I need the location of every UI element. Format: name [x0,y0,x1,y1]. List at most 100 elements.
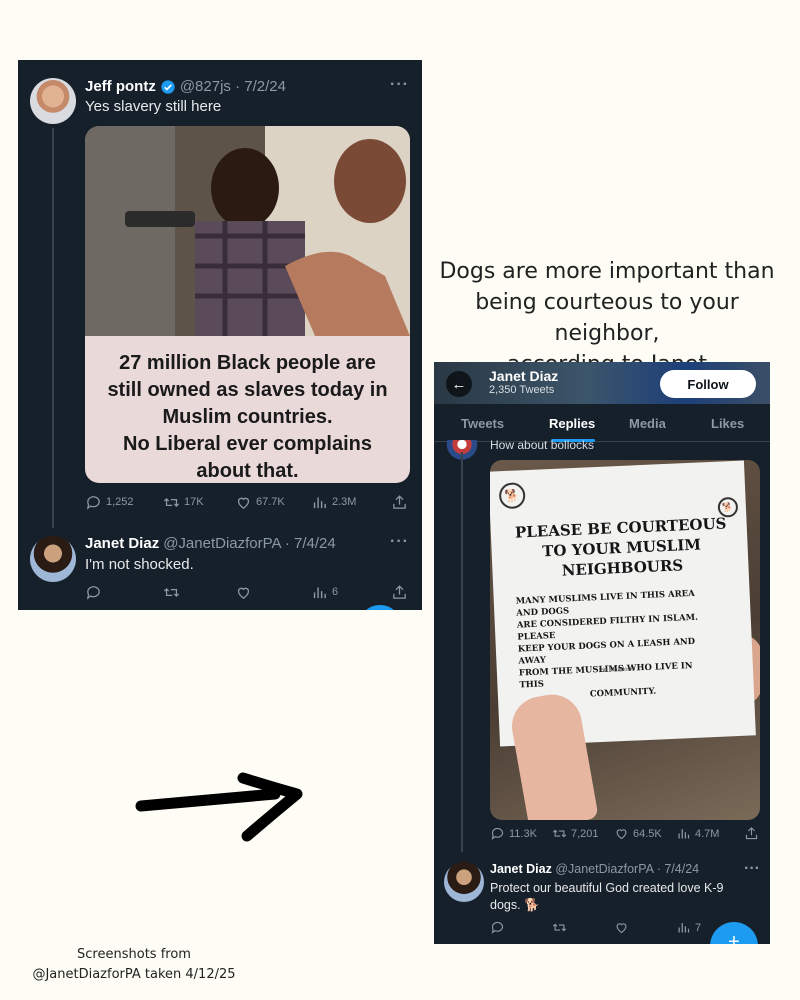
right-screenshot: ← Janet Diaz 2,350 Tweets Follow Tweets … [434,362,770,944]
reply-header: Janet Diaz @JanetDiazforPA · 7/4/24 [85,535,336,552]
janet-avatar[interactable] [444,862,484,902]
reply-button[interactable]: 1,252 [85,494,134,511]
reply-count: 11.3K [509,827,537,840]
retweet-button[interactable]: 7,201 [552,826,599,841]
arrow-icon [135,772,303,842]
views-count: 6 [332,586,339,598]
tweet-actions: 11.3K 7,201 64.5K 4.7M [490,826,760,846]
reply-handle-date: @JanetDiazforPA · 7/4/24 [555,862,700,876]
share-button[interactable] [391,584,408,601]
reply-icon [86,585,100,600]
tweet-count: 2,350 Tweets [489,384,555,396]
meme-caption-line: Muslim countries. [162,406,333,428]
retweet-count: 17K [184,496,204,508]
tab-tweets[interactable]: Tweets [461,416,504,431]
reply-text: Protect our beautiful God created love K… [490,881,724,912]
more-options-icon[interactable]: ··· [744,860,760,878]
quoted-text: How about bollocks [490,438,595,452]
heart-icon [616,829,627,840]
more-options-icon[interactable]: ··· [390,533,409,551]
back-arrow-icon[interactable]: ← [446,371,472,397]
share-icon [745,827,758,840]
like-count: 64.5K [633,827,662,840]
no-dogs-icon: 🐕 [498,482,526,510]
sign-photo[interactable]: 🐕 🐕 PLEASE BE COURTEOUS TO YOUR MUSLIM N… [490,460,760,820]
credit-line: Screenshots from [77,947,191,962]
reply-actions: 6 [85,582,410,602]
retweet-count: 7,201 [571,827,599,840]
views-button[interactable]: 6 [311,584,338,601]
like-count: 67.7K [256,496,285,508]
sign-title: PLEASE BE COURTEOUS TO YOUR MUSLIM NEIGH… [510,513,732,583]
reply-author-name[interactable]: Janet Diaz [85,535,159,552]
like-button[interactable]: 64.5K [614,826,662,841]
like-button[interactable] [614,920,629,935]
meme-caption-line: still owned as slaves today in [107,379,388,401]
tab-media[interactable]: Media [629,416,666,431]
views-count: 2.3M [332,496,357,508]
author-name[interactable]: Jeff pontz [85,78,156,95]
reply-text: I'm not shocked. [85,556,194,573]
views-count: 7 [695,921,702,934]
heart-icon [616,923,627,934]
profile-name: Janet Diaz [489,368,559,384]
like-button[interactable]: 67.7K [235,494,285,511]
share-icon [393,584,406,599]
more-options-icon[interactable]: ··· [390,76,409,94]
tweet-text: Yes slavery still here [85,98,222,115]
views-button[interactable]: 4.7M [676,826,719,841]
sign-logo: Pitt Meadows [598,666,636,675]
retweet-icon [163,587,180,597]
retweet-button[interactable]: 17K [163,494,204,511]
retweet-icon [163,497,180,507]
author-handle-date: @827js · 7/2/24 [179,78,286,95]
views-button[interactable]: 2.3M [311,494,356,511]
share-icon [393,494,406,509]
reply-count: 1,252 [106,496,134,508]
follow-button[interactable]: Follow [660,370,756,398]
retweet-icon [552,923,567,932]
reply-handle-date: @JanetDiazforPA · 7/4/24 [163,535,336,552]
like-button[interactable] [235,584,252,601]
reply-button[interactable] [85,584,102,601]
left-screenshot: Jeff pontz @827js · 7/2/24 ··· Yes slave… [18,60,422,610]
retweet-icon [552,829,567,838]
verified-badge-icon [161,79,175,94]
caption-line: being courteous to your neighbor, [475,290,739,346]
retweet-button[interactable] [163,584,180,601]
heart-icon [237,587,250,599]
meme-caption-line: about that. [196,460,299,482]
compose-button[interactable] [358,605,402,610]
views-count: 4.7M [695,827,720,840]
janet-avatar[interactable] [30,536,76,582]
meme-caption-line: 27 million Black people are [119,352,376,374]
reply-icon [491,827,504,840]
profile-header: ← Janet Diaz 2,350 Tweets Follow [434,362,770,404]
share-button[interactable] [391,494,408,511]
meme-image[interactable]: 27 million Black people are still owned … [85,126,410,483]
tab-replies[interactable]: Replies [549,416,595,431]
reply-author-name[interactable]: Janet Diaz [490,862,552,876]
profile-tabs: Tweets Replies Media Likes [434,404,770,442]
credit-line: @JanetDiazforPA taken 4/12/25 [32,967,236,982]
credit-text: Screenshots from @JanetDiazforPA taken 4… [24,945,244,985]
thread-line [461,452,463,852]
views-icon [313,497,326,508]
thread-line [52,128,54,528]
views-icon [678,829,690,839]
retweet-button[interactable] [552,920,567,935]
tweet-header: Jeff pontz @827js · 7/2/24 [85,78,286,95]
share-button[interactable] [744,826,759,841]
tab-likes[interactable]: Likes [711,416,744,431]
jeff-avatar[interactable] [30,78,76,124]
meme-caption-line: No Liberal ever complains [123,433,372,455]
reply-header: Janet Diaz @JanetDiazforPA · 7/4/24 [490,862,699,876]
views-icon [678,923,690,933]
heart-icon [237,497,250,509]
reply-icon [86,495,100,510]
meme-caption: 27 million Black people are still owned … [85,336,410,483]
views-button[interactable]: 7 [676,920,701,935]
meme-photo [85,126,410,336]
reply-button[interactable] [490,920,505,935]
reply-button[interactable]: 11.3K [490,826,537,841]
